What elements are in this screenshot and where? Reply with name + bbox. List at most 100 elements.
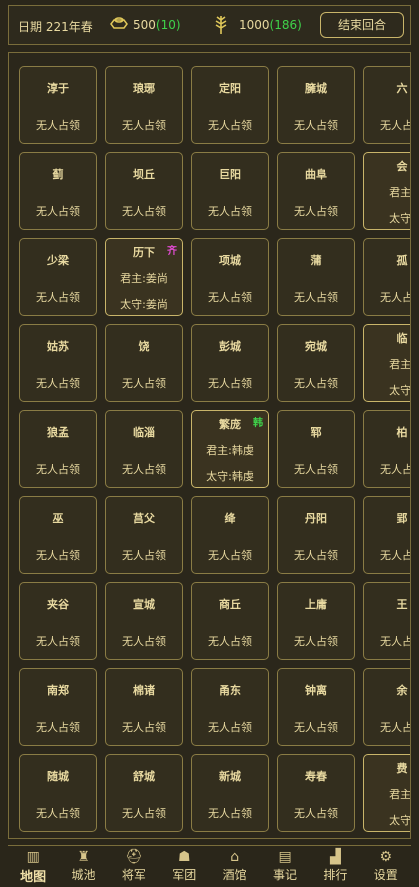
nav-label: 排行 — [323, 868, 348, 882]
city-cell[interactable]: 曲阜 无人占领 — [277, 152, 355, 230]
city-cell[interactable]: 夹谷 无人占领 — [19, 582, 97, 660]
city-name: 莒父 — [133, 512, 155, 525]
city-status: 无人占领 — [380, 549, 410, 562]
nav-label: 城池 — [71, 868, 96, 882]
city-cell[interactable]: 六无人占领 — [363, 66, 410, 144]
city-cell[interactable]: 少梁 无人占领 — [19, 238, 97, 316]
city-status: 无人占领 — [36, 549, 80, 562]
grain-delta: (186) — [269, 18, 302, 32]
city-cell[interactable]: 琅琊 无人占领 — [105, 66, 183, 144]
city-cell[interactable]: 宛城 无人占领 — [277, 324, 355, 402]
city-cell[interactable]: 郓无人占领 — [277, 410, 355, 488]
nav-item-ranking[interactable]: ▟ 排行 — [310, 846, 360, 885]
city-status: 无人占领 — [122, 721, 166, 734]
city-cell[interactable]: 寿春 无人占领 — [277, 754, 355, 832]
city-cell[interactable]: 会君主: 太守: — [363, 152, 411, 230]
city-cell[interactable]: 南郑 无人占领 — [19, 668, 97, 746]
city-cell[interactable]: 项城 无人占领 — [191, 238, 269, 316]
city-governor: 太守:韩虔 — [206, 470, 254, 483]
city-lord: 君主: — [389, 186, 411, 199]
city-cell[interactable]: 商丘 无人占领 — [191, 582, 269, 660]
city-status: 无人占领 — [122, 377, 166, 390]
city-cell[interactable]: 上庸 无人占领 — [277, 582, 355, 660]
city-cell[interactable]: 柏无人占领 — [363, 410, 410, 488]
city-status: 无人占领 — [380, 721, 410, 734]
city-cell[interactable]: 姑苏 无人占领 — [19, 324, 97, 402]
nav-item-tavern[interactable]: ⌂ 酒馆 — [210, 846, 260, 885]
city-cell[interactable]: 临淄 无人占领 — [105, 410, 183, 488]
city-status: 无人占领 — [36, 807, 80, 820]
city-status: 无人占领 — [208, 635, 252, 648]
city-status: 无人占领 — [380, 119, 410, 132]
city-cell[interactable]: 绛无人占领 — [191, 496, 269, 574]
city-cell[interactable]: 郢无人占领 — [363, 496, 410, 574]
city-cell[interactable]: 随城 无人占领 — [19, 754, 97, 832]
nav-item-book[interactable]: ▤ 事记 — [260, 846, 310, 885]
nav-item-helmet[interactable]: ⛑ 将军 — [109, 846, 159, 885]
city-cell[interactable]: 甬东 无人占领 — [191, 668, 269, 746]
city-status: 无人占领 — [36, 205, 80, 218]
city-name: 上庸 — [305, 598, 327, 611]
city-status: 无人占领 — [122, 635, 166, 648]
city-cell[interactable]: 余无人占领 — [363, 668, 410, 746]
city-name: 六 — [396, 82, 408, 95]
city-status: 无人占领 — [294, 377, 338, 390]
faction-tag: 韩 — [253, 418, 263, 429]
city-status: 无人占领 — [208, 807, 252, 820]
city-cell[interactable]: 巫无人占领 — [19, 496, 97, 574]
city-name: 舒城 — [133, 770, 155, 783]
bottom-nav: ▥ 地图 ♜ 城池 ⛑ 将军 ☗ 军团 ⌂ 酒馆 ▤ 事记 ▟ 排行 ⚙ 设置 — [8, 845, 411, 885]
city-cell[interactable]: 定阳 无人占领 — [191, 66, 269, 144]
city-cell[interactable]: 坝丘 无人占领 — [105, 152, 183, 230]
city-status: 无人占领 — [36, 119, 80, 132]
city-governor: 太守: — [389, 384, 411, 397]
city-cell[interactable]: 棉诸 无人占领 — [105, 668, 183, 746]
city-cell[interactable]: 钟离 无人占领 — [277, 668, 355, 746]
city-name: 钟离 — [305, 684, 327, 697]
city-status: 无人占领 — [294, 807, 338, 820]
city-cell[interactable]: 饶无人占领 — [105, 324, 183, 402]
city-cell[interactable]: 舒城 无人占领 — [105, 754, 183, 832]
nav-item-gear[interactable]: ⚙ 设置 — [361, 846, 411, 885]
city-cell[interactable]: 莒父 无人占领 — [105, 496, 183, 574]
city-cell[interactable]: 彭城 无人占领 — [191, 324, 269, 402]
city-name: 绛 — [224, 512, 236, 525]
city-name: 饶 — [138, 340, 150, 353]
city-name: 姑苏 — [47, 340, 69, 353]
city-cell[interactable]: 王无人占领 — [363, 582, 410, 660]
city-cell[interactable]: 蓟无人占领 — [19, 152, 97, 230]
city-cell[interactable]: 孤无人占领 — [363, 238, 410, 316]
city-cell[interactable]: 蒲无人占领 — [277, 238, 355, 316]
city-status: 无人占领 — [122, 463, 166, 476]
city-name: 柏 — [396, 426, 408, 439]
city-status: 无人占领 — [122, 807, 166, 820]
nav-item-map[interactable]: ▥ 地图 — [8, 846, 58, 885]
city-cell[interactable]: 巨阳 无人占领 — [191, 152, 269, 230]
city-name: 蒲 — [310, 254, 322, 267]
city-lord: 君主:姜尚 — [120, 272, 168, 285]
city-cell[interactable]: 臃城 无人占领 — [277, 66, 355, 144]
end-turn-button[interactable]: 结束回合 — [320, 12, 404, 38]
city-governor: 太守:姜尚 — [120, 298, 168, 311]
city-status: 无人占领 — [36, 635, 80, 648]
city-name: 琅琊 — [133, 82, 155, 95]
map-board: 淳于无人占领琅琊无人占领定阳无人占领臃城无人占领六无人占领蓟无人占领坝丘无人占领… — [8, 52, 411, 839]
city-cell[interactable]: 费君主: 太守: — [363, 754, 410, 832]
city-name: 临 — [396, 332, 408, 345]
city-name: 随城 — [47, 770, 69, 783]
nav-item-army[interactable]: ☗ 军团 — [159, 846, 209, 885]
city-cell[interactable]: 新城 无人占领 — [191, 754, 269, 832]
city-status: 无人占领 — [36, 291, 80, 304]
city-cell[interactable]: 宣城 无人占领 — [105, 582, 183, 660]
city-cell[interactable]: 狼孟 无人占领 — [19, 410, 97, 488]
nav-item-castle[interactable]: ♜ 城池 — [58, 846, 108, 885]
city-cell[interactable]: 丹阳 无人占领 — [277, 496, 355, 574]
nav-label: 将军 — [121, 868, 146, 882]
faction-tag: 齐 — [167, 246, 177, 257]
city-name: 商丘 — [219, 598, 241, 611]
city-cell[interactable]: 繁庞 君主:韩虔 太守:韩虔韩 — [191, 410, 269, 488]
gold-ingot-icon — [109, 15, 129, 34]
city-cell[interactable]: 历下 君主:姜尚 太守:姜尚齐 — [105, 238, 183, 316]
city-cell[interactable]: 淳于 无人占领 — [19, 66, 97, 144]
city-cell[interactable]: 临君主: 太守: — [363, 324, 411, 402]
